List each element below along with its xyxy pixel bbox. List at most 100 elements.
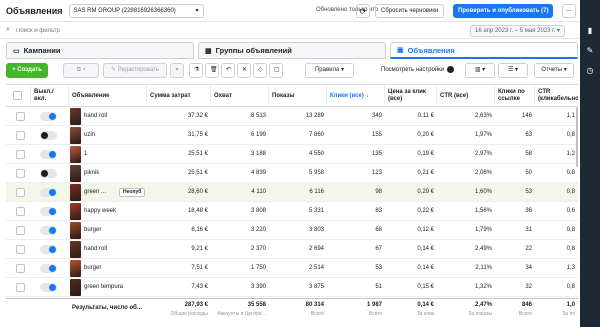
ad-toggle[interactable]: [40, 207, 57, 216]
cell-impr: 2 514: [308, 265, 324, 271]
rules-dropdown[interactable]: Правила ▾: [305, 63, 354, 78]
row-checkbox[interactable]: [16, 150, 25, 159]
tab-campaigns[interactable]: ▭ Кампании: [6, 42, 194, 59]
cell-spend: 7,51 €: [191, 265, 208, 271]
col-clicks[interactable]: Клики (все) ↓: [327, 85, 385, 107]
ad-name[interactable]: burger: [84, 221, 101, 240]
grid-icon: ▦: [205, 47, 212, 55]
ad-toggle[interactable]: [40, 226, 57, 235]
ad-name[interactable]: piknik: [84, 164, 99, 183]
col-spend[interactable]: Сумма затрат: [147, 85, 211, 107]
select-all-checkbox[interactable]: [6, 85, 31, 107]
row-checkbox[interactable]: [16, 112, 25, 121]
table-row[interactable]: green ... Неопуб 28,60 € 4 110 6 116 98 0,29 €…: [6, 183, 578, 202]
table-row[interactable]: 1 25,51 € 3 188 4 550 135 0,19 € 2,97% 58 1,2: [6, 145, 578, 164]
delete-icon[interactable]: ✕: [237, 63, 251, 78]
duplicate-button[interactable]: ⧉ ▾: [63, 63, 99, 78]
ad-toggle[interactable]: [40, 169, 57, 178]
chart-icon[interactable]: ▮: [585, 26, 595, 36]
cell-impr: 3 803: [308, 227, 324, 233]
comment-icon[interactable]: ▢: [269, 63, 283, 78]
ad-name[interactable]: uzin: [84, 126, 95, 145]
cell-impr: 2 694: [308, 246, 324, 252]
row-checkbox[interactable]: [16, 264, 25, 273]
col-ctr-link[interactable]: CTR (кликабельно: [535, 85, 578, 107]
cell-lc: 22: [525, 246, 532, 252]
ad-name[interactable]: hand roll: [84, 240, 107, 259]
ad-toggle[interactable]: [40, 245, 57, 254]
account-selector[interactable]: SAS RM GROUP (229816926366360) ▾: [68, 3, 204, 18]
col-toggle[interactable]: Выкл./вкл.: [31, 85, 69, 107]
tab-ads[interactable]: ▣ Объявления: [390, 42, 578, 59]
col-cpc[interactable]: Цена за клик (все): [385, 85, 437, 107]
cell-ctr: 1,60%: [474, 189, 492, 195]
col-ctr[interactable]: CTR (все): [437, 85, 495, 107]
create-button[interactable]: + Создать: [6, 63, 48, 78]
ad-toggle[interactable]: [40, 188, 57, 197]
breakdown-button[interactable]: ☰ ▾: [498, 63, 528, 78]
row-checkbox[interactable]: [16, 207, 25, 216]
cell-ctr: 2,49%: [474, 246, 492, 252]
footer-ctr-link: 1,0 За по: [562, 302, 575, 317]
col-impressions[interactable]: Показы: [269, 85, 327, 107]
ad-thumbnail: [70, 241, 81, 258]
cell-clicks: 83: [375, 208, 382, 214]
vertical-scrollbar[interactable]: [576, 107, 578, 167]
table-row[interactable]: hand roll 9,21 € 2 370 2 694 67 0,14 € 2,49% 22…: [6, 240, 578, 259]
row-checkbox[interactable]: [16, 131, 25, 140]
tab-adsets[interactable]: ▦ Группы объявлений: [198, 42, 386, 59]
reports-dropdown[interactable]: Отчеты ▾: [534, 63, 574, 78]
edit-button[interactable]: ✎ Редактировать: [103, 63, 167, 78]
table-row[interactable]: piknik 25,51 € 4 839 5 958 123 0,21 € 2,06% 50 0…: [6, 164, 578, 183]
table-row[interactable]: uzin 31,75 € 6 199 7 860 155 0,20 € 1,97% 63 0,8: [6, 126, 578, 145]
table-row[interactable]: happy week 18,48 € 3 808 5 331 83 0,22 € 1,56%…: [6, 202, 578, 221]
row-checkbox[interactable]: [16, 169, 25, 178]
col-link-clicks[interactable]: Клики по ссылке: [495, 85, 535, 107]
table-row[interactable]: green tempura 7,43 € 3 390 3 875 51 0,15 € 1,3…: [6, 278, 578, 297]
ad-name[interactable]: green tempura: [84, 278, 123, 297]
ad-toggle[interactable]: [40, 131, 57, 140]
more-button[interactable]: ...: [562, 4, 576, 18]
clock-icon[interactable]: ◷: [585, 66, 595, 76]
cell-reach: 6 199: [250, 132, 266, 138]
preview-settings-toggle[interactable]: Посмотреть настройки: [381, 66, 455, 73]
cell-lc: 146: [521, 113, 532, 119]
row-checkbox[interactable]: [16, 188, 25, 197]
ad-name[interactable]: 1: [84, 145, 87, 164]
col-ad[interactable]: Объявление: [69, 85, 147, 107]
cell-impr: 3 875: [308, 284, 324, 290]
ab-test-icon[interactable]: ⚗: [189, 63, 203, 78]
publish-button[interactable]: Проверить и опубликовать (7): [453, 4, 554, 18]
cell-impr: 5 958: [308, 170, 324, 176]
table-row[interactable]: burger 8,16 € 3 220 3 803 68 0,12 € 1,79% 31 0,8: [6, 221, 578, 240]
ad-thumbnail: [70, 165, 81, 182]
cell-ctrl: 0,8: [566, 170, 575, 176]
search-row: ⌕ 16 апр 2023 г. – 5 мая 2023 г. ▾: [0, 22, 580, 39]
cell-cpc: 0,21 €: [417, 170, 434, 176]
trash-icon[interactable]: 🗑: [205, 63, 219, 78]
ad-toggle[interactable]: [40, 283, 57, 292]
col-reach[interactable]: Охват: [211, 85, 269, 107]
columns-button[interactable]: ▥ ▾: [465, 63, 495, 78]
table-row[interactable]: hand roll 37,32 € 8 513 13 289 349 0,11 € 2,63…: [6, 107, 578, 126]
tag-icon[interactable]: ◇: [253, 63, 267, 78]
ad-name[interactable]: green ...: [84, 183, 106, 202]
edit-more-button[interactable]: ▾: [170, 63, 184, 78]
table-row[interactable]: burger 7,51 € 1 750 2 514 53 0,14 € 2,11% 34 1,3: [6, 259, 578, 278]
ad-name[interactable]: hand roll: [84, 107, 107, 126]
undo-icon[interactable]: ↶: [221, 63, 235, 78]
pencil-icon[interactable]: ✎: [585, 46, 595, 56]
date-range-picker[interactable]: 16 апр 2023 г. – 5 мая 2023 г. ▾: [470, 25, 565, 37]
ad-toggle[interactable]: [40, 112, 57, 121]
folder-icon: ▭: [13, 47, 20, 55]
refresh-button[interactable]: ⟳: [356, 4, 370, 18]
ad-toggle[interactable]: [40, 150, 57, 159]
search-input[interactable]: [16, 25, 216, 36]
row-checkbox[interactable]: [16, 226, 25, 235]
ad-name[interactable]: happy week: [84, 202, 116, 221]
row-checkbox[interactable]: [16, 245, 25, 254]
ad-toggle[interactable]: [40, 264, 57, 273]
row-checkbox[interactable]: [16, 283, 25, 292]
reset-drafts-button[interactable]: Сбросить черновики: [375, 4, 445, 18]
ad-name[interactable]: burger: [84, 259, 101, 278]
